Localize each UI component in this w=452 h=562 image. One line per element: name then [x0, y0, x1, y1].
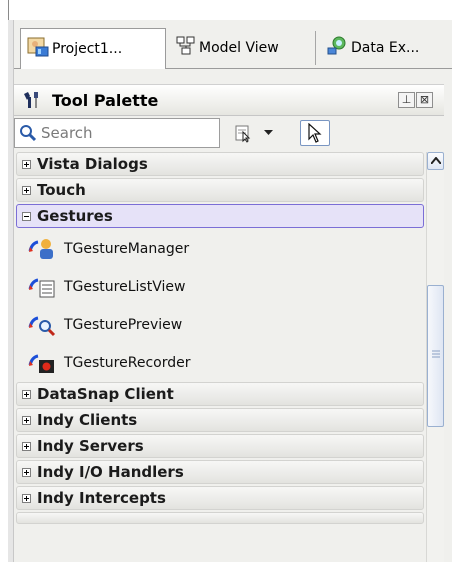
category-touch[interactable]: Touch [16, 178, 424, 202]
category-label: DataSnap Client [37, 385, 174, 403]
project-icon [27, 37, 49, 61]
palette-item-label: TGestureListView [64, 279, 186, 295]
categories-button[interactable] [232, 120, 256, 146]
category-label: Indy Clients [37, 411, 138, 429]
chevron-down-icon [263, 130, 273, 136]
grip-icon [432, 350, 440, 358]
tab-project[interactable]: Project1... [20, 28, 166, 69]
search-box [14, 118, 220, 148]
expand-icon[interactable] [22, 389, 31, 399]
tab-model-view[interactable]: Model View [170, 31, 316, 65]
search-icon [19, 124, 37, 142]
tab-project-label: Project1... [52, 41, 123, 57]
model-view-icon [176, 36, 196, 60]
collapse-icon[interactable] [22, 211, 31, 221]
palette-item-tgesturerecorder[interactable]: TGestureRecorder [16, 344, 424, 382]
palette-list: Vista Dialogs Touch Gestures TGestureMan… [16, 152, 424, 526]
scroll-thumb[interactable] [427, 285, 444, 427]
data-explorer-icon [326, 36, 348, 60]
tool-palette-icon [22, 90, 44, 110]
category-label: Indy Servers [37, 437, 144, 455]
gesture-recorder-icon [28, 351, 58, 375]
category-label: Vista Dialogs [37, 155, 148, 173]
palette-item-label: TGestureRecorder [64, 355, 191, 371]
category-label: Indy I/O Handlers [37, 463, 184, 481]
category-indy-io-handlers[interactable]: Indy I/O Handlers [16, 460, 424, 484]
categories-icon [234, 123, 254, 143]
expand-icon[interactable] [22, 159, 31, 169]
tool-palette-header: Tool Palette ⊥ ⊠ [14, 84, 444, 116]
category-indy-clients[interactable]: Indy Clients [16, 408, 424, 432]
gesture-preview-icon [28, 313, 58, 337]
expand-icon[interactable] [22, 185, 31, 195]
chevron-up-icon [428, 157, 443, 164]
category-label: Indy Intercepts [37, 489, 166, 507]
tab-bar: Project1... Model View Data Ex... [14, 28, 452, 69]
categories-dropdown[interactable] [260, 120, 276, 146]
palette-item-tgesturelistview[interactable]: TGestureListView [16, 268, 424, 306]
pointer-icon [307, 123, 323, 143]
vertical-scrollbar[interactable] [426, 152, 444, 562]
category-datasnap-client[interactable]: DataSnap Client [16, 382, 424, 406]
pin-button[interactable]: ⊥ [398, 92, 415, 108]
close-button[interactable]: ⊠ [416, 92, 433, 108]
category-partial[interactable] [16, 512, 424, 524]
tab-data-explorer-label: Data Ex... [351, 40, 420, 56]
tool-palette-title: Tool Palette [52, 90, 159, 110]
scroll-up-button[interactable] [427, 152, 444, 170]
palette-item-tgesturepreview[interactable]: TGesturePreview [16, 306, 424, 344]
category-indy-intercepts[interactable]: Indy Intercepts [16, 486, 424, 510]
gesture-listview-icon [28, 275, 58, 299]
search-input[interactable] [41, 124, 191, 142]
palette-item-label: TGesturePreview [64, 317, 183, 333]
expand-icon[interactable] [22, 441, 31, 451]
window-edge [8, 0, 9, 20]
tab-data-explorer[interactable]: Data Ex... [320, 31, 452, 65]
category-indy-servers[interactable]: Indy Servers [16, 434, 424, 458]
pointer-button[interactable] [300, 120, 330, 146]
category-label: Touch [37, 181, 86, 199]
tab-model-view-label: Model View [199, 40, 279, 56]
palette-item-label: TGestureManager [64, 241, 190, 257]
palette-item-tgesturemanager[interactable]: TGestureManager [16, 230, 424, 268]
expand-icon[interactable] [22, 467, 31, 477]
category-gestures[interactable]: Gestures [16, 204, 424, 228]
expand-icon[interactable] [22, 493, 31, 503]
category-label: Gestures [37, 207, 113, 225]
gesture-manager-icon [28, 237, 58, 261]
category-vista-dialogs[interactable]: Vista Dialogs [16, 152, 424, 176]
expand-icon[interactable] [22, 415, 31, 425]
